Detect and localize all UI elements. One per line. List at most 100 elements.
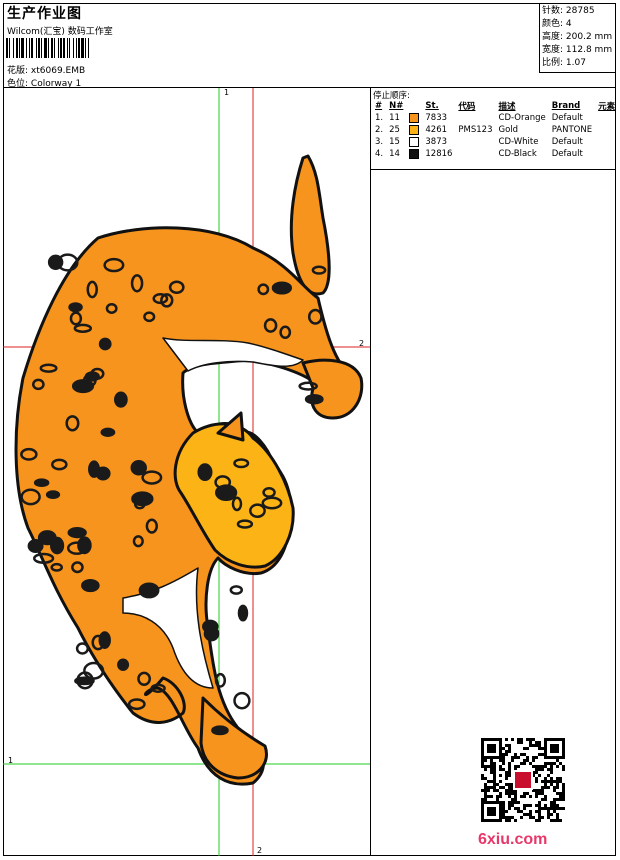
qr-module: [481, 759, 484, 762]
table-row: 4. 14 12816 CD-Black Default: [372, 148, 618, 160]
company-name: Wilcom(汇宝) 数码工作室: [7, 27, 113, 37]
qr-module: [514, 798, 517, 801]
qr-module: [508, 795, 511, 798]
qr-module: [481, 762, 484, 765]
col-code: 代码: [458, 102, 476, 112]
qr-module: [556, 786, 559, 789]
spot: [88, 460, 100, 478]
col-desc: 描述: [498, 102, 516, 112]
qr-module: [490, 765, 493, 768]
cell-desc: CD-Black: [498, 149, 537, 159]
qr-module: [502, 810, 505, 813]
cell-num: 3.: [375, 137, 384, 147]
color-swatch: [409, 124, 420, 135]
qr-module: [484, 777, 487, 780]
color-swatch: [409, 136, 420, 147]
qr-module: [481, 789, 484, 792]
qr-module: [523, 792, 526, 795]
col-element: 元素: [598, 102, 616, 112]
qr-module: [511, 759, 514, 762]
qr-module: [550, 777, 553, 780]
qr-module: [538, 816, 541, 819]
qr-module: [529, 804, 532, 807]
qr-module: [508, 768, 511, 771]
col-swatch: [406, 100, 422, 112]
qr-module: [556, 804, 559, 807]
qr-module: [493, 765, 496, 768]
qr-finder-core: [487, 744, 496, 753]
qr-module: [502, 768, 505, 771]
guide-h2-label: 2: [359, 339, 365, 348]
qr-module: [526, 792, 529, 795]
guide-h1-label: 1: [8, 756, 14, 765]
cell-brand: PANTONE: [551, 125, 593, 135]
qr-module: [538, 804, 541, 807]
qr-module: [508, 774, 511, 777]
qr-module: [535, 756, 538, 759]
qr-module: [544, 795, 547, 798]
qr-module: [508, 744, 511, 747]
qr-module: [550, 807, 553, 810]
qr-module: [553, 762, 556, 765]
cell-code: PMS123: [458, 125, 493, 135]
cell-element: [595, 112, 618, 124]
qr-module: [490, 762, 493, 765]
cell-st: 7833: [425, 113, 448, 123]
qr-module: [517, 810, 520, 813]
qr-module: [520, 816, 523, 819]
qr-module: [562, 768, 565, 771]
qr-module: [559, 807, 562, 810]
qr-module: [532, 816, 535, 819]
qr-module: [490, 771, 493, 774]
design-file: 花版: xt6069.EMB: [7, 63, 85, 76]
qr-module: [514, 819, 517, 822]
qr-module: [490, 768, 493, 771]
qr-module: [538, 807, 541, 810]
qr-module: [556, 777, 559, 780]
embroidery-preview: [3, 88, 370, 856]
qr-module: [505, 789, 508, 792]
watermark: 6xiu.com: [478, 831, 548, 848]
qr-module: [529, 813, 532, 816]
qr-module: [535, 780, 538, 783]
spot: [50, 536, 65, 555]
qr-module: [502, 747, 505, 750]
col-st: St.: [425, 101, 439, 111]
spot: [27, 538, 44, 553]
qr-module: [541, 816, 544, 819]
qr-code: [481, 738, 565, 822]
qr-module: [529, 741, 532, 744]
page-title: 生产作业图: [7, 6, 82, 22]
qr-module: [487, 786, 490, 789]
qr-module: [490, 780, 493, 783]
qr-module: [511, 792, 514, 795]
qr-module: [547, 780, 550, 783]
qr-module: [505, 777, 508, 780]
qr-module: [541, 753, 544, 756]
qr-module: [487, 789, 490, 792]
stop-sequence-panel: 停止顺序: # N# St. 代码 描述 Brand 元素 1. 11 7833 CD…: [371, 88, 616, 170]
qr-module: [505, 792, 508, 795]
cell-n: 25: [389, 125, 400, 135]
qr-module: [517, 801, 520, 804]
qr-module: [505, 810, 508, 813]
qr-module: [562, 795, 565, 798]
qr-module: [541, 786, 544, 789]
qr-module: [535, 804, 538, 807]
qr-module: [484, 759, 487, 762]
qr-module: [487, 795, 490, 798]
qr-module: [553, 780, 556, 783]
qr-module: [526, 756, 529, 759]
qr-module: [553, 819, 556, 822]
qr-module: [538, 801, 541, 804]
spot: [304, 393, 324, 405]
qr-module: [499, 765, 502, 768]
qr-module: [484, 798, 487, 801]
qr-module: [493, 774, 496, 777]
cell-num: 4.: [375, 149, 384, 159]
qr-module: [544, 765, 547, 768]
qr-module: [511, 756, 514, 759]
spot: [211, 725, 229, 736]
qr-module: [553, 804, 556, 807]
qr-module: [538, 753, 541, 756]
